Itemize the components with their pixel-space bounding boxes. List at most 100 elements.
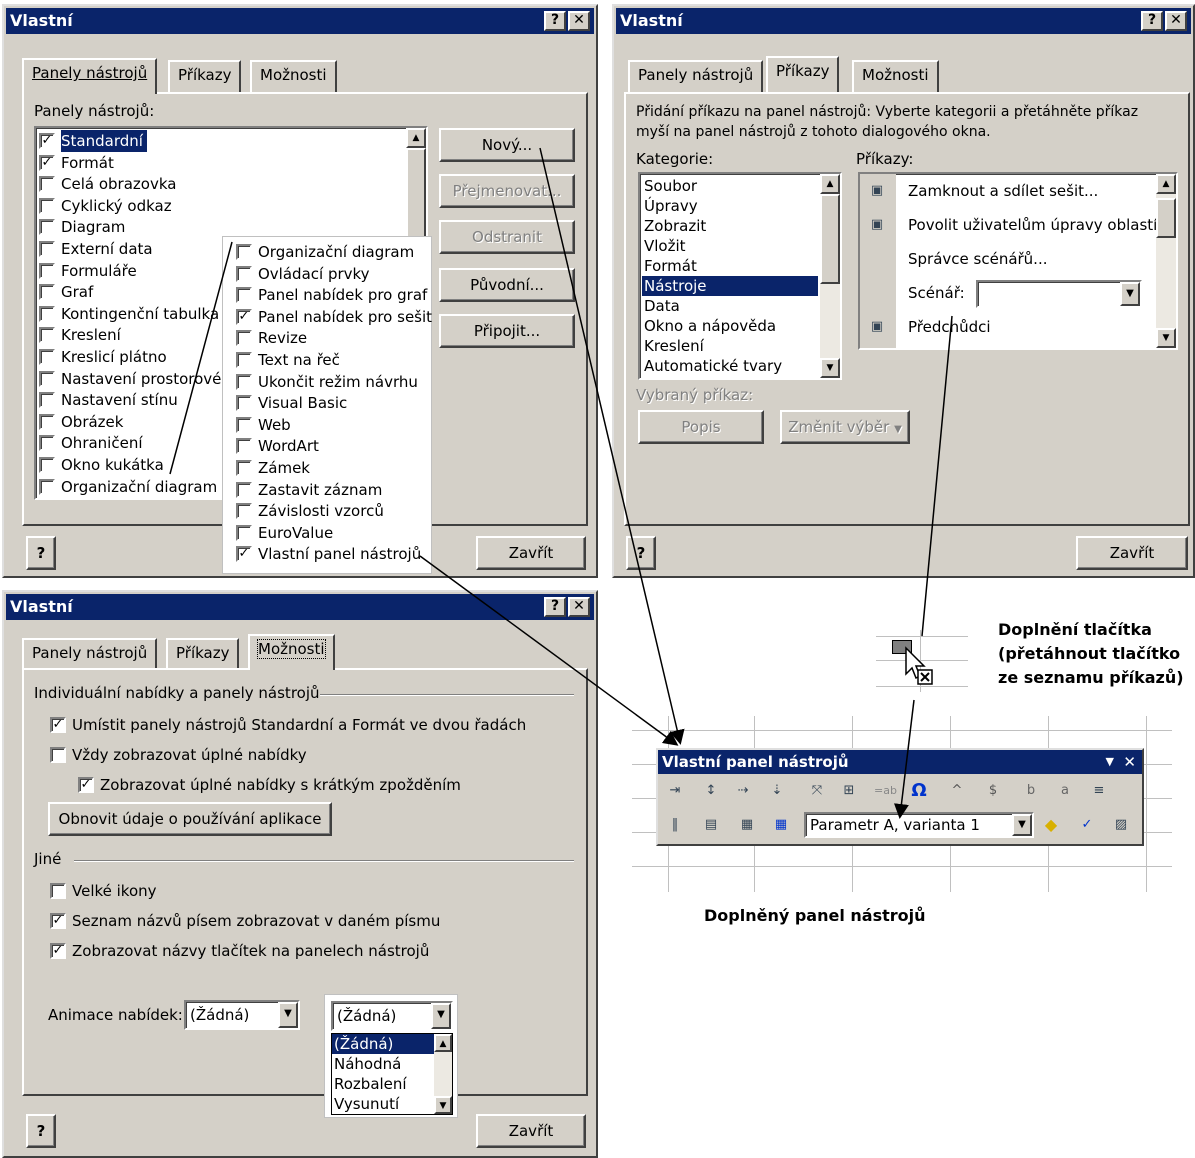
category-list-item[interactable]: Soubor xyxy=(642,176,818,196)
checkbox[interactable] xyxy=(39,197,55,214)
checkbox[interactable] xyxy=(39,284,55,301)
checkbox[interactable] xyxy=(39,435,55,452)
warning-icon[interactable]: ◆ xyxy=(1042,816,1060,834)
category-list-item[interactable]: Okno a nápověda xyxy=(642,316,818,336)
command-list-item[interactable]: Předchůdci xyxy=(908,318,991,336)
checkbox[interactable] xyxy=(236,438,252,455)
scroll-thumb[interactable] xyxy=(820,194,840,284)
checkbox[interactable]: ✓ xyxy=(39,154,55,171)
checkbox[interactable] xyxy=(236,395,252,412)
checkbox[interactable] xyxy=(39,457,55,473)
checkbox[interactable] xyxy=(39,327,55,344)
check-icon[interactable]: ✓ xyxy=(1078,816,1096,834)
checkbox[interactable] xyxy=(39,176,55,193)
checkbox[interactable]: ✓ xyxy=(236,308,252,325)
category-list-item[interactable]: Zobrazit xyxy=(642,216,818,236)
close-button[interactable]: Zavřít xyxy=(1076,536,1188,570)
modify-selection-button[interactable]: Změnit výběr ▼ xyxy=(780,410,910,444)
chevron-down-icon[interactable]: ▼ xyxy=(431,1003,451,1029)
align-justify-icon[interactable]: ≡ xyxy=(1090,782,1108,800)
checkbox[interactable] xyxy=(39,219,55,236)
checkbox[interactable] xyxy=(39,370,55,387)
help-title-button[interactable]: ? xyxy=(544,597,566,617)
reset-toolbar-button[interactable]: Původní... xyxy=(439,268,575,302)
tab-toolbars[interactable]: Panely nástrojů xyxy=(22,638,158,670)
zoom-fit-icon[interactable]: ⤧ xyxy=(808,782,826,800)
checkbox[interactable] xyxy=(39,305,55,322)
checkbox[interactable]: ✓ xyxy=(50,943,66,959)
tab-options[interactable]: Možnosti xyxy=(852,60,939,92)
new-toolbar-button[interactable]: Nový... xyxy=(439,128,575,162)
category-list-item[interactable]: Úpravy xyxy=(642,196,818,216)
tab-commands[interactable]: Příkazy xyxy=(766,56,840,92)
tab-options[interactable]: Možnosti xyxy=(248,634,335,670)
close-title-button[interactable]: ✕ xyxy=(568,597,590,617)
category-list-item[interactable]: Kreslení xyxy=(642,336,818,356)
delete-row-icon[interactable]: ⇣ xyxy=(768,782,786,800)
table-grid-icon[interactable]: ▦ xyxy=(772,816,790,834)
toolbar-options-icon[interactable]: ▼ xyxy=(1106,750,1114,774)
description-button[interactable]: Popis xyxy=(638,410,764,444)
chevron-down-icon[interactable]: ▼ xyxy=(1012,814,1032,836)
category-list-item[interactable]: Automatické tvary xyxy=(642,356,818,376)
chevron-down-icon[interactable]: ▼ xyxy=(278,1002,298,1028)
checkbox[interactable] xyxy=(236,287,252,304)
currency-icon[interactable]: $ xyxy=(984,782,1002,800)
insert-row-icon[interactable]: ↕ xyxy=(702,782,720,800)
tab-commands[interactable]: Příkazy xyxy=(166,638,240,670)
toolbar-title-bar[interactable]: Vlastní panel nástrojů ▼ ✕ xyxy=(658,750,1142,774)
checkbox[interactable]: ✓ xyxy=(50,717,66,733)
categories-list[interactable]: Soubor Úpravy Zobrazit Vložit Formát Nástroje… xyxy=(638,172,842,380)
tab-commands[interactable]: Příkazy xyxy=(168,60,242,92)
help-title-button[interactable]: ? xyxy=(1141,11,1163,31)
close-icon[interactable]: ✕ xyxy=(1123,750,1136,774)
scenario-select[interactable]: Parametr A, varianta 1 ▼ xyxy=(804,812,1034,838)
checkbox[interactable] xyxy=(39,413,55,430)
text-direction-icon[interactable]: b xyxy=(1022,782,1040,800)
category-list-item[interactable]: Nástroje xyxy=(642,276,818,296)
animation-options-list[interactable]: (Žádná) Náhodná Rozbalení Vysunutí ▲ ▼ xyxy=(331,1033,453,1115)
commands-scrollbar[interactable]: ▲ ▼ xyxy=(1156,174,1176,348)
checkbox[interactable] xyxy=(236,330,252,347)
table-insert-icon[interactable]: ▤ xyxy=(702,816,720,834)
insert-column-icon[interactable]: ⇢ xyxy=(734,782,752,800)
scroll-down-arrow[interactable]: ▼ xyxy=(434,1096,452,1114)
scroll-up-arrow[interactable]: ▲ xyxy=(406,128,426,148)
animation-option[interactable]: Náhodná xyxy=(332,1054,434,1074)
scenario-combo[interactable]: ▼ xyxy=(976,280,1142,308)
category-list-item[interactable]: Data xyxy=(642,296,818,316)
insert-cells-icon[interactable]: ⇥ xyxy=(666,782,684,800)
checkbox[interactable] xyxy=(236,503,252,520)
close-button[interactable]: Zavřít xyxy=(476,1114,586,1148)
command-list-item[interactable]: Správce scénářů... xyxy=(908,250,1048,268)
table-icon[interactable]: ▦ xyxy=(738,816,756,834)
checkbox[interactable] xyxy=(236,524,252,541)
checkbox[interactable] xyxy=(39,241,55,257)
checkbox[interactable] xyxy=(50,747,66,763)
command-list-item[interactable]: Zamknout a sdílet sešit... xyxy=(908,182,1098,200)
scroll-up-arrow[interactable]: ▲ xyxy=(1156,174,1176,194)
menu-animation-select[interactable]: (Žádná) ▼ xyxy=(184,1000,300,1030)
command-list-item[interactable]: Scénář: xyxy=(908,284,965,302)
chart-icon[interactable]: ▨ xyxy=(1112,816,1130,834)
checkbox[interactable] xyxy=(236,416,252,433)
commands-list[interactable]: ▣ Zamknout a sdílet sešit... ▣ Povolit uživ… xyxy=(858,172,1178,350)
checkbox[interactable] xyxy=(236,460,252,476)
text-field-icon[interactable]: =ab xyxy=(874,782,897,800)
animation-option[interactable]: Vysunutí xyxy=(332,1094,434,1114)
animation-select-open[interactable]: (Žádná) ▼ xyxy=(331,1001,453,1031)
checkbox[interactable]: ✓ xyxy=(50,913,66,929)
help-button[interactable]: ? xyxy=(626,536,656,570)
scroll-up-arrow[interactable]: ▲ xyxy=(434,1034,452,1052)
barcode-icon[interactable]: ‖ xyxy=(666,816,684,834)
animation-option[interactable]: Rozbalení xyxy=(332,1074,434,1094)
checkbox[interactable] xyxy=(39,262,55,279)
grid-icon[interactable]: ⊞ xyxy=(840,782,858,800)
help-button[interactable]: ? xyxy=(26,1114,56,1148)
rename-toolbar-button[interactable]: Přejmenovat... xyxy=(439,174,575,208)
command-list-item[interactable]: Povolit uživatelům úpravy oblastí... xyxy=(908,216,1172,234)
checkbox[interactable] xyxy=(236,352,252,368)
close-button[interactable]: Zavřít xyxy=(476,536,586,570)
scrollbar[interactable]: ▲ ▼ xyxy=(434,1034,452,1114)
checkbox[interactable]: ✓ xyxy=(78,777,94,793)
